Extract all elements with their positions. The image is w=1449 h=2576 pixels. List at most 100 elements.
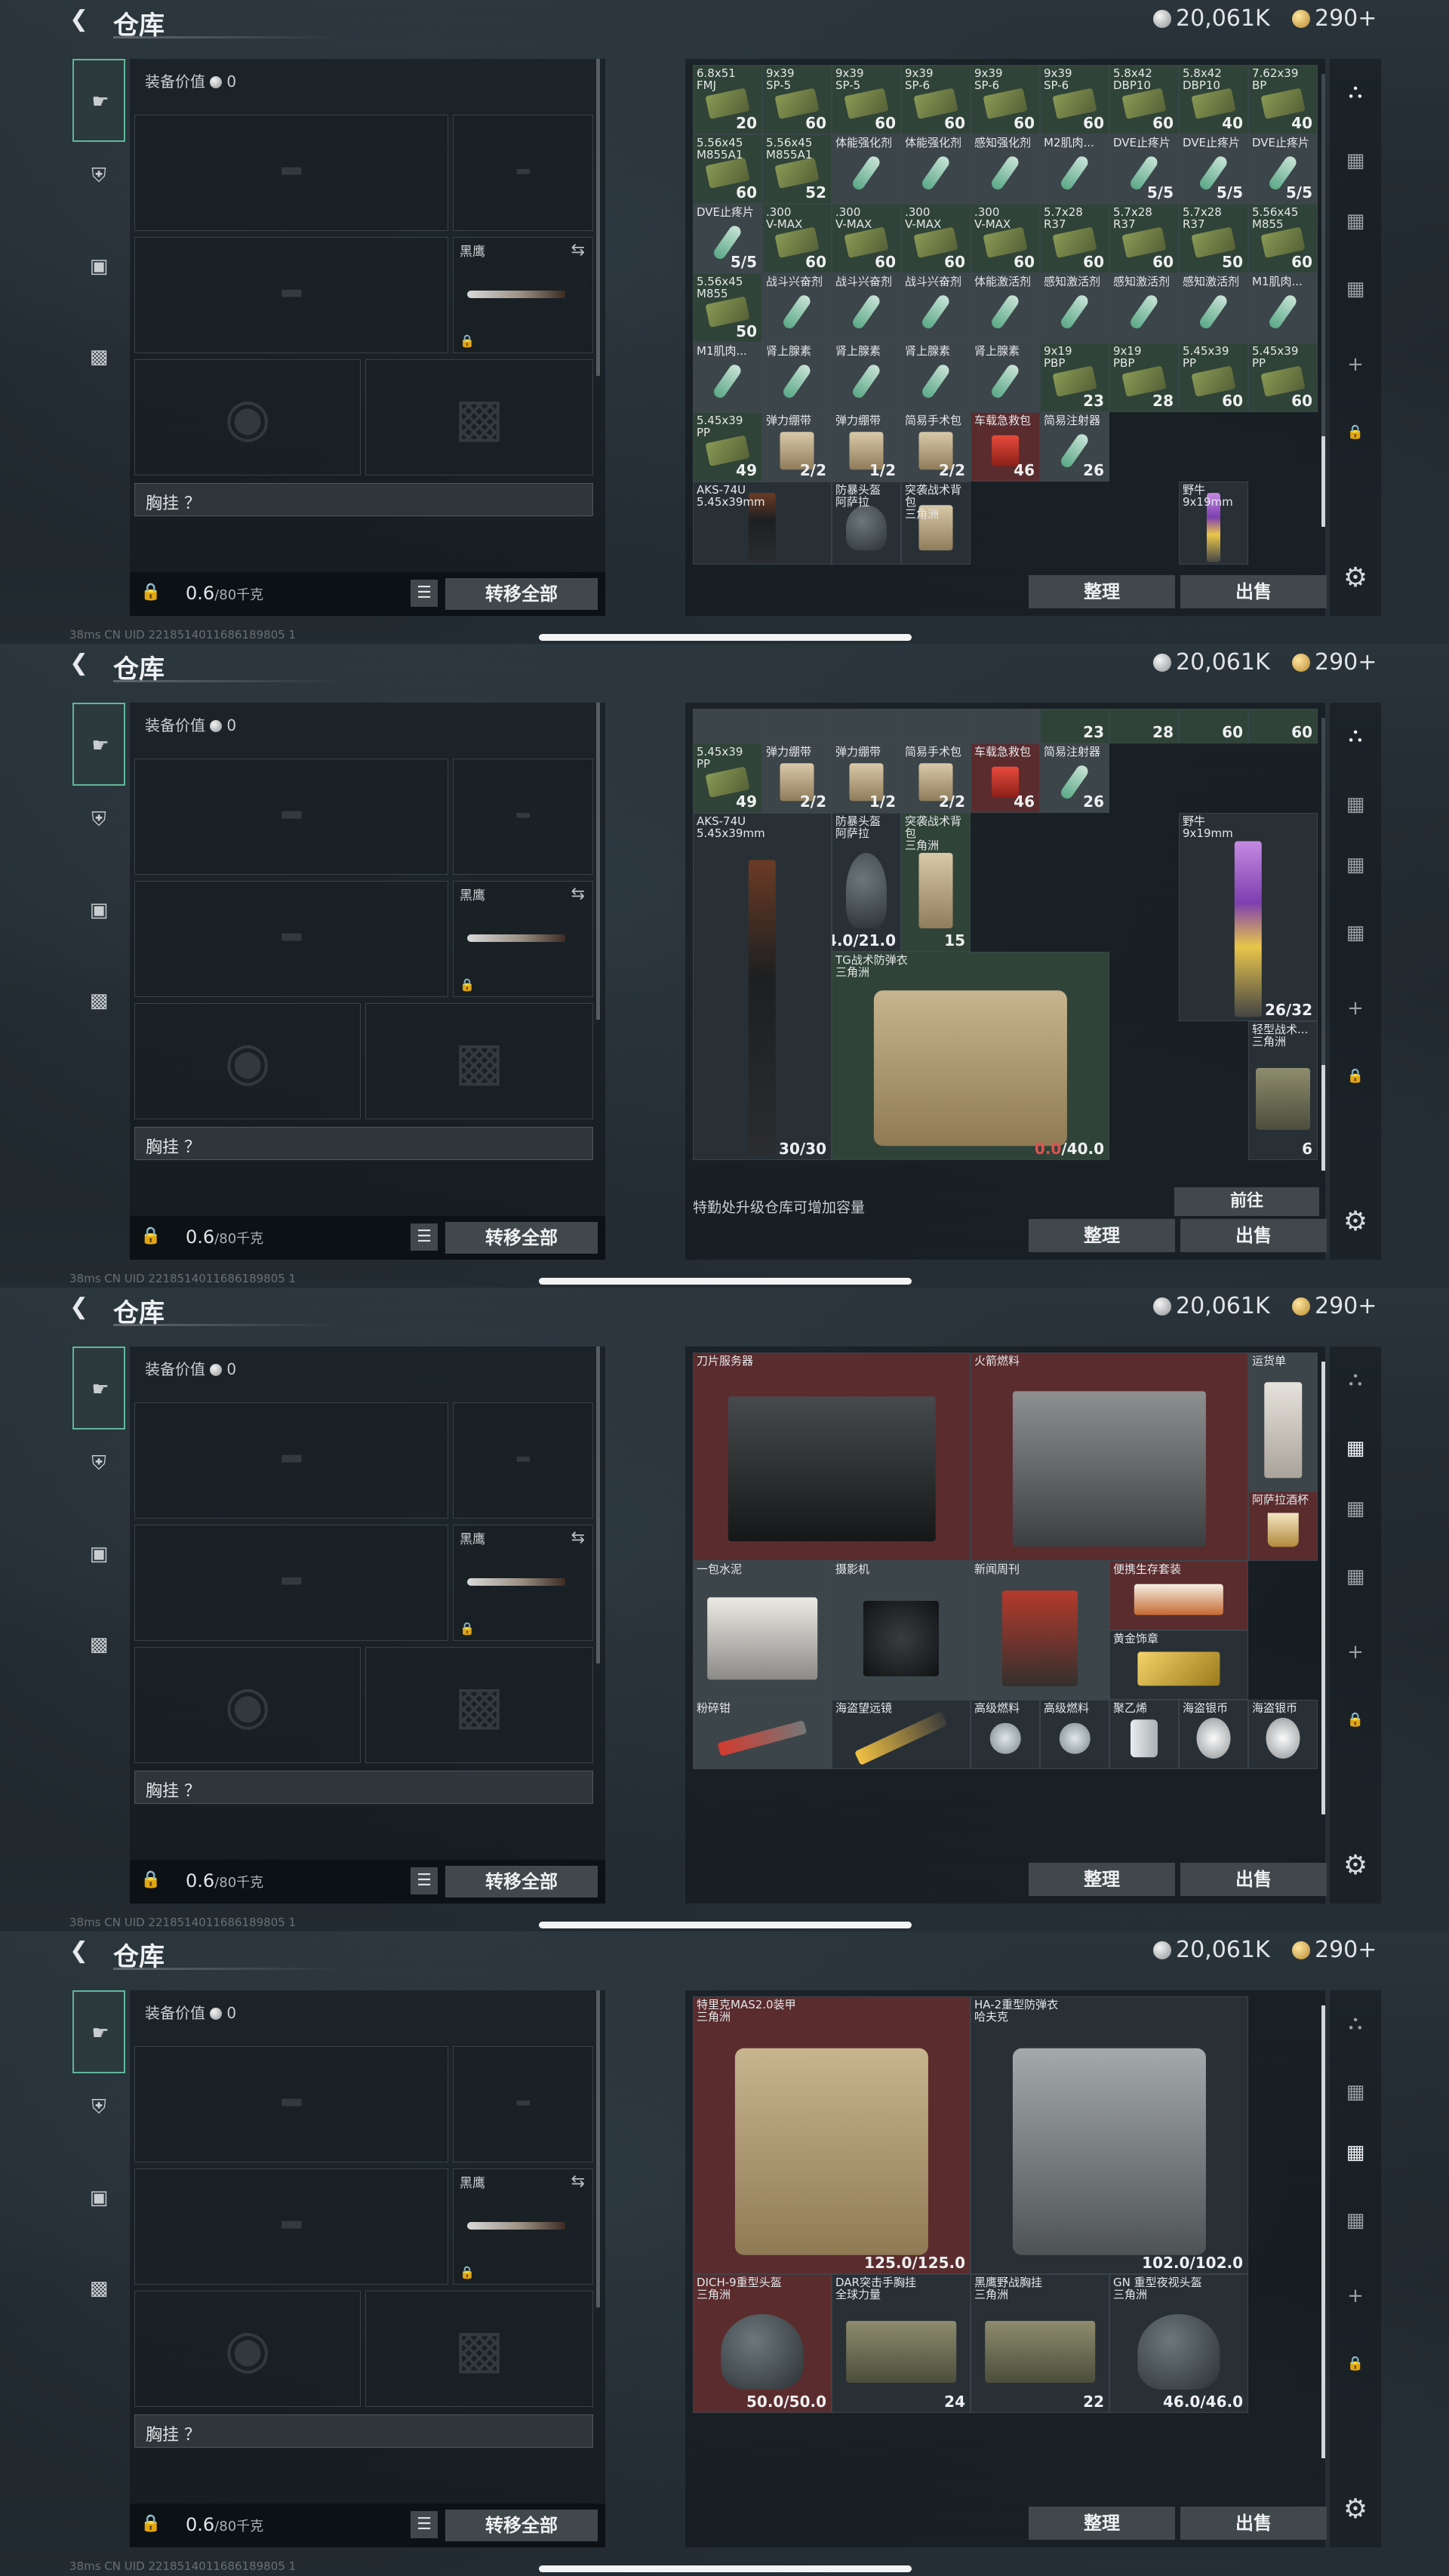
back-button[interactable]: ❮ <box>69 1937 95 1965</box>
rail-armor-tab[interactable]: ⛨ <box>72 134 125 217</box>
storage-item[interactable]: TG战术防弹衣 三角洲 0.0/40.0 <box>832 952 1109 1160</box>
storage-item[interactable]: .300 V-MAX 60 <box>901 204 971 273</box>
locked-storage-tab[interactable]: 🔒 <box>1333 1050 1378 1103</box>
storage-item[interactable]: 特里克MAS2.0装甲 三角洲 125.0/125.0 <box>693 1996 971 2274</box>
melee-slot[interactable]: 黑鹰 ⇆ 🔒 <box>453 1525 593 1641</box>
storage-item[interactable]: 摄影机 <box>832 1561 971 1700</box>
rail-weapons-tab[interactable]: ☛ <box>72 59 125 142</box>
storage-item[interactable]: 5.56x45 M855 60 <box>1248 204 1318 273</box>
storage-item[interactable] <box>971 709 1040 743</box>
rail-backpack-tab[interactable]: ▩ <box>72 1603 125 1686</box>
storage-item[interactable]: 23 <box>1040 709 1109 743</box>
rail-storage-2-tab[interactable]: ▦ <box>1333 1422 1378 1475</box>
panel-scrollbar[interactable] <box>596 1990 600 2307</box>
melee-slot[interactable]: 黑鹰 ⇆ 🔒 <box>453 2168 593 2285</box>
storage-item[interactable]: 火箭燃料 <box>971 1353 1248 1561</box>
storage-item[interactable]: 60 <box>1248 709 1318 743</box>
melee-slot[interactable]: 黑鹰 ⇆ 🔒 <box>453 237 593 353</box>
silver-balance[interactable]: 20,061K <box>1153 1936 1270 1965</box>
storage-item[interactable]: DVE止疼片 5/5 <box>1109 134 1179 204</box>
rail-rig-tab[interactable]: ▣ <box>72 2156 125 2239</box>
swap-icon[interactable]: ⇆ <box>571 1528 585 1547</box>
storage-item[interactable]: 9x19 PBP 23 <box>1040 343 1109 412</box>
settings-gear-button[interactable]: ⚙ <box>1340 1851 1371 1881</box>
settings-gear-button[interactable]: ⚙ <box>1340 2494 1371 2525</box>
rail-storage-all-tab[interactable]: ⛬ <box>1333 709 1378 762</box>
storage-item[interactable]: 简易手术包 2/2 <box>901 412 971 482</box>
rail-backpack-tab[interactable]: ▩ <box>72 2247 125 2330</box>
back-button[interactable]: ❮ <box>69 6 95 33</box>
storage-item[interactable] <box>901 709 971 743</box>
settings-gear-button[interactable]: ⚙ <box>1340 563 1371 593</box>
list-icon[interactable]: ☰ <box>411 580 438 607</box>
storage-item[interactable]: 5.7x28 R37 60 <box>1040 204 1109 273</box>
storage-item[interactable]: 弹力绷带 1/2 <box>832 743 901 813</box>
storage-item[interactable]: 感知激活剂 <box>1040 273 1109 343</box>
storage-item[interactable]: 车载急救包 46 <box>971 412 1040 482</box>
rail-storage-all-tab[interactable]: ⛬ <box>1333 1353 1378 1405</box>
rail-storage-4-tab[interactable]: ▦ <box>1333 906 1378 959</box>
storage-item[interactable]: AKS-74U 5.45x39mm <box>693 482 832 565</box>
sell-button[interactable]: 出售 <box>1180 1863 1327 1896</box>
lock-icon[interactable]: 🔒 <box>140 583 161 602</box>
storage-item[interactable]: .300 V-MAX 60 <box>971 204 1040 273</box>
storage-scrollbar[interactable] <box>1321 2005 1325 2458</box>
scrollbar-thumb[interactable] <box>1321 436 1325 527</box>
secondary-weapon-slot[interactable]: ⁃ <box>134 1525 448 1641</box>
storage-item[interactable]: 5.8x42 DBP10 60 <box>1109 65 1179 134</box>
primary-weapon-slot[interactable]: ⁃ <box>134 115 448 231</box>
rail-armor-tab[interactable]: ⛨ <box>72 2066 125 2149</box>
storage-item[interactable]: 突袭战术背包 三角洲 <box>901 482 971 565</box>
panel-scrollbar[interactable] <box>596 59 600 376</box>
storage-item[interactable]: 轻型战术... 三角洲 6 <box>1248 1021 1318 1160</box>
storage-item[interactable]: 肾上腺素 <box>971 343 1040 412</box>
storage-item[interactable]: 9x39 SP-5 60 <box>762 65 832 134</box>
storage-item[interactable]: 刀片服务器 <box>693 1353 971 1561</box>
pistol-slot[interactable]: ⁃ <box>453 115 593 231</box>
storage-item[interactable]: 突袭战术背包 三角洲 15 <box>901 813 971 952</box>
storage-item[interactable]: 5.8x42 DBP10 40 <box>1179 65 1248 134</box>
add-storage-button[interactable]: + <box>1333 338 1378 391</box>
add-storage-button[interactable]: + <box>1333 1626 1378 1679</box>
storage-item[interactable]: 运货单 <box>1248 1353 1318 1491</box>
swap-icon[interactable]: ⇆ <box>571 241 585 260</box>
storage-item[interactable]: DVE止疼片 5/5 <box>1179 134 1248 204</box>
rail-armor-tab[interactable]: ⛨ <box>72 778 125 861</box>
rail-backpack-tab[interactable]: ▩ <box>72 315 125 399</box>
rail-storage-2-tab[interactable]: ▦ <box>1333 134 1378 187</box>
storage-item[interactable] <box>693 709 762 743</box>
rail-storage-3-tab[interactable]: ▦ <box>1333 1482 1378 1535</box>
storage-item[interactable] <box>762 709 832 743</box>
storage-item[interactable]: 9x39 SP-5 60 <box>832 65 901 134</box>
rail-weapons-tab[interactable]: ☛ <box>72 703 125 786</box>
list-icon[interactable]: ☰ <box>411 1867 438 1894</box>
storage-item[interactable]: 黑鹰野战胸挂 三角洲 22 <box>971 2274 1109 2413</box>
pistol-slot[interactable]: ⁃ <box>453 1402 593 1519</box>
storage-item[interactable]: 肾上腺素 <box>762 343 832 412</box>
chest-rig-slot[interactable]: 胸挂 ？ <box>134 1771 593 1804</box>
storage-item[interactable]: DICH-9重型头盔 三角洲 50.0/50.0 <box>693 2274 832 2413</box>
storage-item[interactable]: 5.56x45 M855A1 52 <box>762 134 832 204</box>
rail-rig-tab[interactable]: ▣ <box>72 1513 125 1596</box>
sort-button[interactable]: 整理 <box>1029 2507 1175 2540</box>
gold-balance[interactable]: 290+ <box>1292 1936 1377 1965</box>
storage-item[interactable]: 便携生存套装 <box>1109 1561 1248 1630</box>
helmet-slot[interactable]: ◉ <box>134 1647 361 1763</box>
silver-balance[interactable]: 20,061K <box>1153 1292 1270 1321</box>
storage-item[interactable]: 战斗兴奋剂 <box>832 273 901 343</box>
storage-item[interactable]: 简易手术包 2/2 <box>901 743 971 813</box>
storage-item[interactable]: 5.56x45 M855 50 <box>693 273 762 343</box>
rail-storage-2-tab[interactable]: ▦ <box>1333 778 1378 831</box>
rail-storage-2-tab[interactable]: ▦ <box>1333 2066 1378 2119</box>
scrollbar-thumb[interactable] <box>1321 1362 1325 1814</box>
storage-scrollbar[interactable] <box>1321 718 1325 1171</box>
storage-item[interactable]: 聚乙烯 <box>1109 1700 1179 1769</box>
pistol-slot[interactable]: ⁃ <box>453 759 593 875</box>
armor-slot[interactable]: ▩ <box>365 1647 593 1763</box>
storage-item[interactable]: 5.56x45 M855A1 60 <box>693 134 762 204</box>
rail-weapons-tab[interactable]: ☛ <box>72 1990 125 2073</box>
storage-item[interactable]: 肾上腺素 <box>832 343 901 412</box>
chest-rig-slot[interactable]: 胸挂 ？ <box>134 483 593 516</box>
sort-button[interactable]: 整理 <box>1029 1219 1175 1252</box>
lock-icon[interactable]: 🔒 <box>140 2514 161 2533</box>
